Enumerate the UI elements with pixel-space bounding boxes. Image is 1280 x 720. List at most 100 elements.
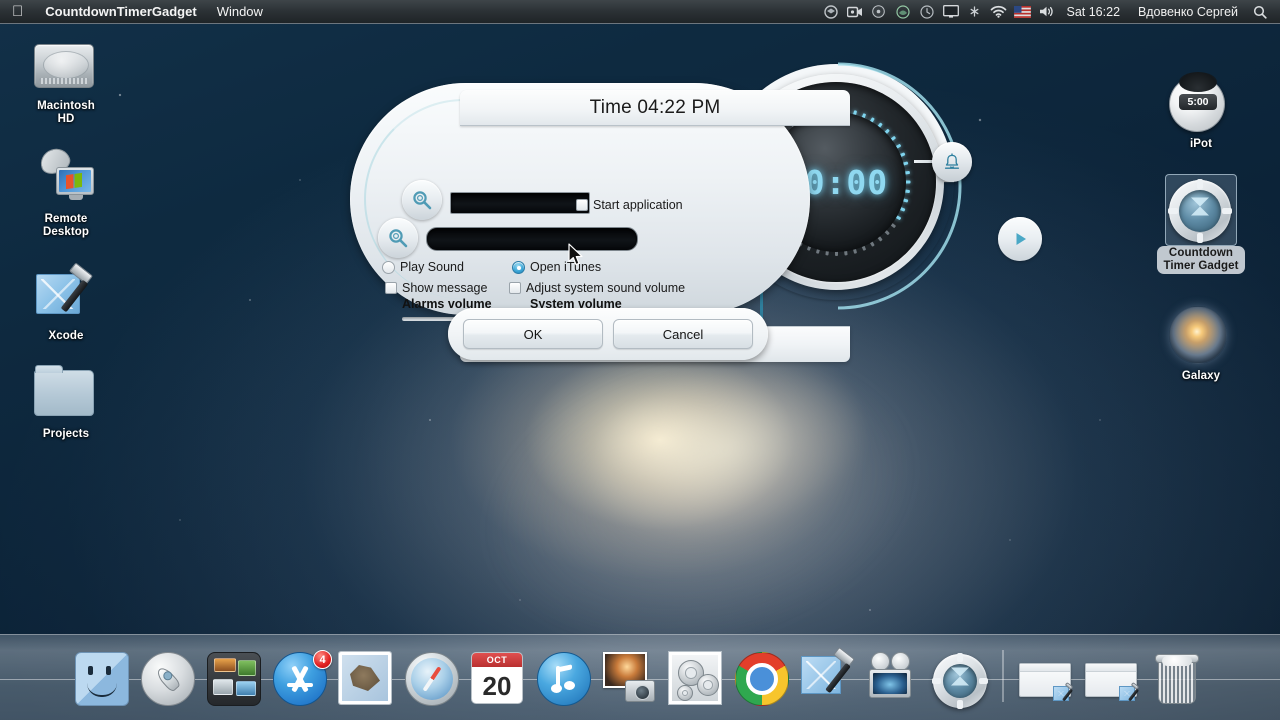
apple-menu-icon[interactable]:  (12, 4, 23, 19)
open-itunes-radio[interactable] (512, 260, 525, 274)
browse-sound-button[interactable] (378, 218, 418, 258)
chrome-icon (735, 652, 791, 708)
mail-icon (339, 652, 395, 708)
dock-item-system-preferences[interactable] (666, 652, 728, 714)
label-line-1: Remote (44, 213, 88, 225)
wifi-icon[interactable] (987, 0, 1011, 24)
dock-item-chrome[interactable] (732, 652, 794, 714)
calendar-month: OCT (472, 653, 522, 667)
sound-path-input[interactable] (426, 227, 638, 251)
dock-item-mission-control[interactable] (204, 652, 266, 714)
adjust-system-sound-volume-row[interactable]: Adjust system sound volume (509, 281, 685, 295)
start-application-checkbox[interactable] (576, 199, 588, 211)
desktop-icon-label: Countdown Timer Gadget (1157, 246, 1245, 274)
ok-button[interactable]: OK (463, 319, 603, 349)
show-message-row[interactable]: Show message (385, 281, 487, 295)
countdown-timer-gadget-icon (1165, 174, 1237, 246)
label-line-2: Desktop (42, 226, 90, 238)
dock-item-itunes[interactable] (534, 652, 596, 714)
show-message-label: Show message (402, 281, 488, 295)
xcode-badge-icon (1053, 681, 1074, 704)
start-application-row[interactable]: Start application (576, 198, 683, 212)
hard-drive-icon (34, 32, 98, 96)
volume-icon[interactable] (1035, 0, 1059, 24)
calendar-day: 20 (482, 670, 512, 701)
dock-item-mail[interactable] (336, 652, 398, 714)
desktop-icon-countdown-timer-gadget[interactable]: Countdown Timer Gadget (1153, 174, 1249, 274)
menu-window[interactable]: Window (207, 0, 273, 24)
browse-application-button[interactable] (402, 180, 442, 220)
label-line-1: Countdown (1168, 247, 1234, 259)
minimized-window-icon (1017, 652, 1074, 708)
dock-item-countdown-timer-gadget[interactable] (930, 652, 992, 714)
open-itunes-radio-row[interactable]: Open iTunes (512, 260, 601, 274)
screen-record-icon[interactable] (843, 0, 867, 24)
itunes-icon (537, 652, 593, 708)
clock-icon[interactable] (915, 0, 939, 24)
dock-item-minimized-window-1[interactable] (1014, 652, 1076, 714)
dock-item-app-store[interactable]: 4 (270, 650, 332, 714)
open-itunes-label: Open iTunes (530, 260, 602, 274)
label-line-2: HD (57, 113, 75, 125)
dock-item-finder[interactable] (72, 652, 134, 714)
dock-item-trash[interactable] (1146, 652, 1208, 714)
display-icon[interactable] (939, 0, 963, 24)
ipot-time-badge: 5:00 (1179, 94, 1217, 110)
dialog-title: Time 04:22 PM (589, 96, 721, 118)
play-sound-radio-row[interactable]: Play Sound (382, 260, 464, 274)
menu-user-name[interactable]: Вдовенко Сергей (1128, 5, 1248, 19)
growl-icon[interactable] (891, 0, 915, 24)
desktop-icon-label: Projects (42, 428, 90, 440)
dock-item-xcode[interactable] (798, 646, 860, 714)
dock: 4 OCT 20 (0, 638, 1280, 714)
minimized-window-icon (1083, 652, 1140, 708)
dock-item-minimized-window-2[interactable] (1080, 652, 1142, 714)
dock-item-imovie[interactable] (864, 652, 926, 714)
iphoto-icon (603, 652, 659, 708)
play-icon[interactable] (998, 217, 1042, 261)
countdown-timer-dialog: 00:00 Time 04:22 PM Start application Pl… (350, 15, 1042, 362)
start-application-label: Start application (593, 198, 683, 212)
cancel-button[interactable]: Cancel (613, 319, 753, 349)
us-flag-icon[interactable] (1011, 0, 1035, 24)
xcode-badge-icon (1119, 681, 1140, 704)
menu-bar-status-area: Sat 16:22 Вдовенко Сергей (819, 0, 1280, 24)
dock-item-calendar[interactable]: OCT 20 (468, 652, 530, 714)
desktop-icon-macintosh-hd[interactable]: Macintosh HD (18, 32, 114, 126)
bluetooth-icon[interactable] (963, 0, 987, 24)
trash-icon (1149, 652, 1205, 708)
dialog-title-bar: Time 04:22 PM (460, 90, 850, 126)
play-sound-radio[interactable] (382, 260, 395, 274)
xcode-icon (34, 262, 98, 326)
dock-item-launchpad[interactable] (138, 652, 200, 714)
dock-item-iphoto[interactable] (600, 652, 662, 714)
spotlight-search-icon[interactable] (1248, 0, 1272, 24)
bell-icon[interactable] (932, 142, 972, 182)
desktop-icon-label: Remote Desktop (43, 213, 89, 239)
label-line-1: Macintosh (37, 100, 95, 112)
desktop-icon-xcode[interactable]: Xcode (18, 262, 114, 343)
app-store-badge: 4 (313, 650, 332, 669)
disc-icon[interactable] (867, 0, 891, 24)
menu-app-name[interactable]: CountdownTimerGadget (35, 0, 206, 24)
imovie-icon (867, 652, 923, 708)
desktop-icon-galaxy[interactable]: Galaxy (1153, 302, 1249, 383)
play-sound-label: Play Sound (400, 260, 464, 274)
adjust-system-sound-volume-checkbox[interactable] (509, 282, 521, 294)
dropbox-icon[interactable] (819, 0, 843, 24)
finder-icon (75, 652, 131, 708)
application-path-input[interactable] (450, 192, 590, 214)
desktop-icon-remote-desktop[interactable]: Remote Desktop (18, 144, 114, 239)
desktop-icon-projects[interactable]: Projects (18, 360, 114, 441)
galaxy-icon (1169, 302, 1233, 366)
desktop-icon-label: iPot (1189, 138, 1213, 150)
show-message-checkbox[interactable] (385, 282, 397, 294)
desktop-icon-ipot[interactable]: 5:00 iPot (1153, 70, 1249, 151)
desktop-icon-label: Galaxy (1181, 370, 1221, 382)
menu-clock[interactable]: Sat 16:22 (1059, 5, 1129, 19)
desktop-screen:  CountdownTimerGadget Window (0, 0, 1280, 720)
calendar-icon: OCT 20 (471, 652, 527, 708)
ipot-icon: 5:00 (1169, 70, 1233, 134)
dock-item-safari[interactable] (402, 652, 464, 714)
xcode-icon (801, 646, 857, 708)
